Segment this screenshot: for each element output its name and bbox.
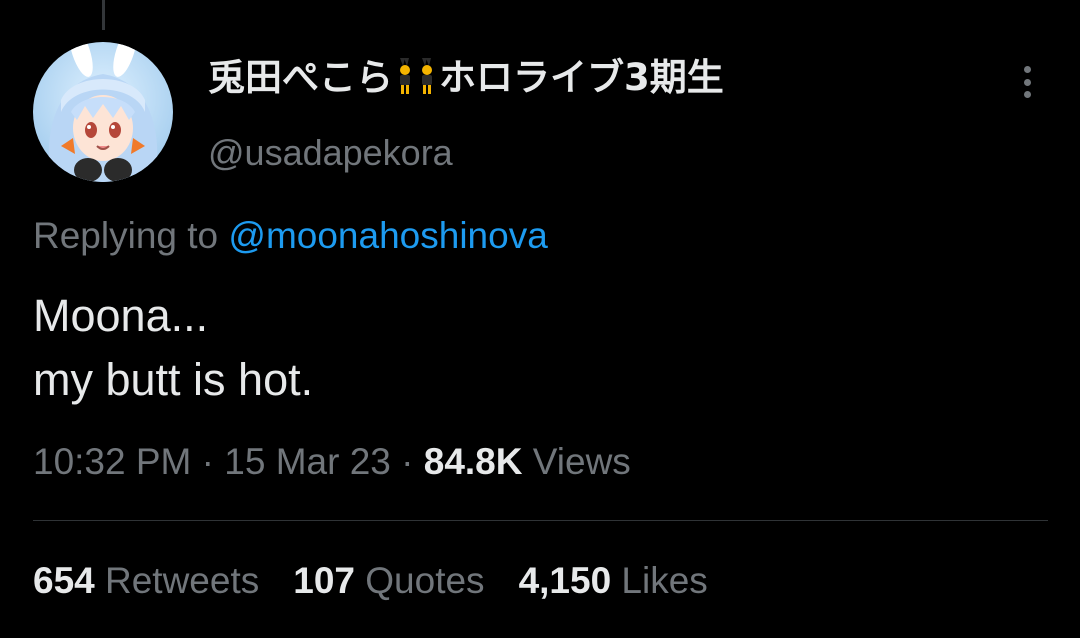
replying-to-line: Replying to @moonahoshinova [33,212,548,260]
author-handle[interactable]: @usadapekora [208,130,453,176]
more-vertical-icon-dot [1023,91,1031,98]
display-name-part2: ホロライブ3期生 [439,56,724,99]
tweet-meta: 10:32 PM · 15 Mar 23 · 84.8K Views [33,438,631,486]
likes-count: 4,150 [518,560,612,601]
avatar-image [33,42,173,182]
quotes-label: Quotes [354,560,485,601]
tweet-text: Moona... my butt is hot. [33,284,313,412]
more-vertical-icon [1023,66,1031,73]
people-with-bunny-ears-emoji [394,56,438,96]
likes-stat[interactable]: 4,150 Likes [519,557,708,605]
quotes-stat[interactable]: 107 Quotes [293,557,484,605]
retweets-stat[interactable]: 654 Retweets [33,557,259,605]
more-vertical-icon-dot [1023,78,1031,86]
replying-to-prefix: Replying to [33,215,229,256]
retweets-count: 654 [33,560,95,601]
avatar[interactable] [33,42,173,182]
more-options-button[interactable] [1010,60,1044,104]
replying-to-mention-link[interactable]: @moonahoshinova [228,215,547,256]
quotes-count: 107 [293,560,355,601]
tweet-text-line-1: Moona... [33,290,209,341]
retweets-label: Retweets [94,560,260,601]
tweet-text-line-2: my butt is hot. [33,354,314,405]
display-name-part1: 兎田ぺこら [208,56,393,99]
views-count: 84.8K [423,441,523,482]
tweet-time[interactable]: 10:32 PM [33,441,191,482]
tweet-date[interactable]: 15 Mar 23 [224,441,391,482]
author-display-name[interactable]: 兎田ぺこら ホロライブ3期生 [208,54,724,102]
divider [33,520,1048,521]
views-label: Views [522,441,631,482]
tweet-stats: 654 Retweets 107 Quotes 4,150 Likes [33,557,708,605]
meta-separator: · [191,441,225,482]
meta-separator: · [390,441,424,482]
thread-connector-line [102,0,105,30]
likes-label: Likes [611,560,708,601]
